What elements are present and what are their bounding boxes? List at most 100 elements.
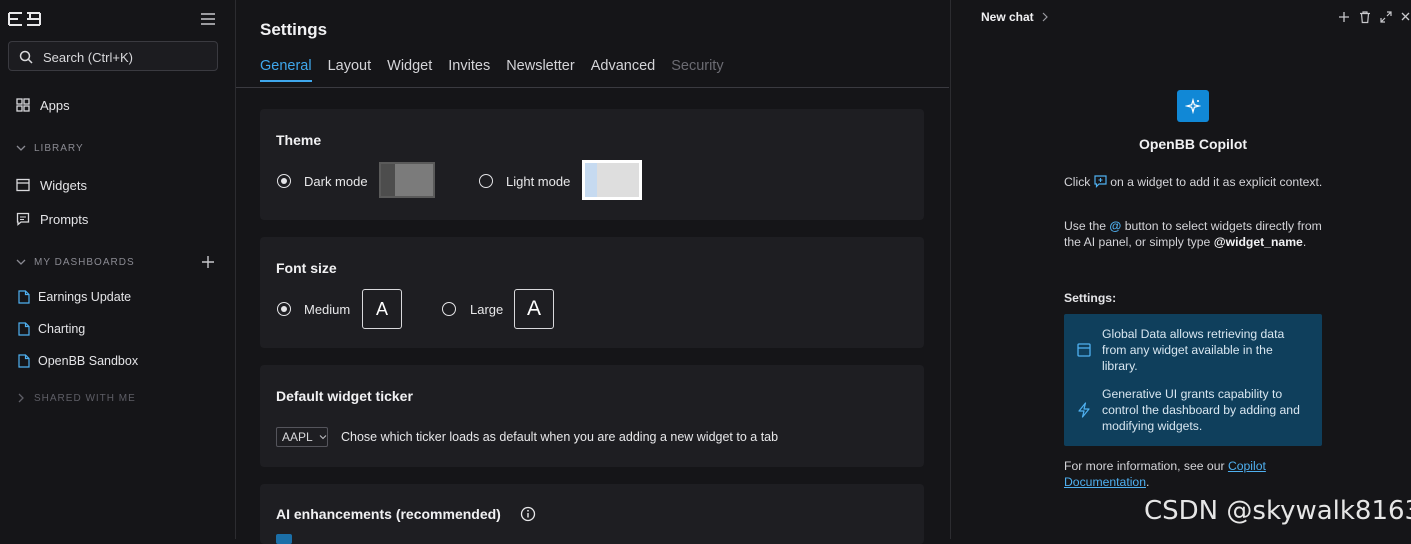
- large-label[interactable]: Large: [470, 302, 503, 317]
- font-size-card: Font size Medium A Large A: [260, 237, 924, 348]
- ticker-value: AAPL: [282, 430, 313, 444]
- copilot-title: OpenBB Copilot: [1138, 136, 1248, 152]
- chevron-right-icon: [1042, 12, 1048, 22]
- openbb-logo[interactable]: [8, 11, 41, 27]
- sidebar-item-apps[interactable]: Apps: [16, 95, 70, 115]
- tab-security: Security: [671, 58, 724, 74]
- large-font-preview[interactable]: A: [514, 289, 554, 329]
- use-instruction: Use the @ button to select widgets direc…: [1064, 218, 1324, 250]
- ticker-description: Chose which ticker loads as default when…: [341, 430, 779, 444]
- theme-title: Theme: [276, 132, 322, 148]
- tab-advanced[interactable]: Advanced: [591, 58, 656, 82]
- search-placeholder: Search (Ctrl+K): [43, 50, 133, 65]
- light-mode-label[interactable]: Light mode: [506, 174, 570, 189]
- default-ticker-title: Default widget ticker: [276, 388, 413, 404]
- dark-mode-label[interactable]: Dark mode: [304, 174, 368, 189]
- chevron-down-icon: [319, 435, 327, 440]
- sidebar-item-label: Widgets: [40, 177, 87, 193]
- medium-label[interactable]: Medium: [304, 302, 350, 317]
- add-dashboard-icon[interactable]: [201, 255, 215, 269]
- tab-newsletter[interactable]: Newsletter: [506, 58, 575, 82]
- dashboard-label: Earnings Update: [38, 290, 132, 304]
- tabs-divider: [236, 87, 949, 88]
- section-label: LIBRARY: [34, 142, 84, 154]
- large-radio[interactable]: [442, 302, 456, 316]
- tab-widget[interactable]: Widget: [387, 58, 432, 82]
- light-mode-preview[interactable]: [582, 160, 642, 200]
- library-section-header[interactable]: LIBRARY: [16, 140, 84, 156]
- sidebar-item-label: Prompts: [40, 211, 89, 227]
- page-title: Settings: [260, 20, 328, 39]
- more-info-end: .: [1145, 475, 1150, 489]
- add-context-icon: [1094, 175, 1107, 188]
- document-icon: [18, 290, 30, 304]
- chevron-down-icon: [16, 145, 26, 151]
- ai-title: AI enhancements (recommended): [276, 506, 501, 522]
- section-label: MY DASHBOARDS: [34, 256, 135, 268]
- medium-font-preview[interactable]: A: [362, 289, 402, 329]
- more-info: For more information, see our Copilot Do…: [1064, 458, 1324, 490]
- dashboards-section-header[interactable]: MY DASHBOARDS: [16, 254, 135, 270]
- dashboard-label: Charting: [38, 322, 86, 336]
- sparkle-icon: [1185, 98, 1201, 114]
- medium-radio[interactable]: [277, 302, 291, 316]
- grid-icon: [16, 98, 30, 112]
- sidebar-item-label: Apps: [40, 97, 70, 113]
- search-input[interactable]: Search (Ctrl+K): [8, 41, 218, 71]
- info-icon[interactable]: [520, 506, 536, 522]
- default-ticker-card: Default widget ticker AAPL Chose which t…: [260, 365, 924, 467]
- trash-icon[interactable]: [1358, 10, 1372, 24]
- light-mode-radio[interactable]: [479, 174, 493, 188]
- dashboard-label: OpenBB Sandbox: [38, 354, 139, 368]
- new-chat-label: New chat: [981, 10, 1034, 24]
- at-symbol: @: [1109, 219, 1122, 233]
- settings-tabs: General Layout Widget Invites Newsletter…: [260, 58, 740, 82]
- tab-invites[interactable]: Invites: [448, 58, 490, 82]
- section-label: SHARED WITH ME: [34, 392, 136, 404]
- copilot-settings-box: Global Data allows retrieving data from …: [1064, 314, 1322, 446]
- dark-mode-preview[interactable]: [379, 162, 435, 198]
- click-instruction: Click on a widget to add it as explicit …: [1064, 174, 1324, 190]
- copilot-panel: New chat OpenBB Copilot Click on a widge…: [950, 0, 1411, 539]
- menu-icon[interactable]: [200, 12, 216, 26]
- ticker-select[interactable]: AAPL: [276, 427, 328, 447]
- dashboard-item[interactable]: Earnings Update: [18, 287, 131, 307]
- search-icon: [19, 50, 33, 64]
- dashboard-item[interactable]: OpenBB Sandbox: [18, 351, 138, 371]
- ai-checkbox[interactable]: [276, 534, 292, 544]
- theme-card: Theme Dark mode Light mode: [260, 109, 924, 220]
- shared-section-header[interactable]: SHARED WITH ME: [16, 390, 136, 406]
- lightning-icon[interactable]: [1076, 402, 1092, 418]
- chevron-down-icon: [16, 259, 26, 265]
- plus-icon[interactable]: [1337, 10, 1351, 24]
- dark-mode-radio[interactable]: [277, 174, 291, 188]
- document-icon: [18, 354, 30, 368]
- tab-layout[interactable]: Layout: [328, 58, 372, 82]
- global-data-icon[interactable]: [1076, 342, 1092, 358]
- dashboard-item[interactable]: Charting: [18, 319, 85, 339]
- close-icon[interactable]: [1400, 10, 1410, 24]
- use-end: .: [1302, 235, 1307, 249]
- document-icon: [18, 322, 30, 336]
- preview-sidebar: [585, 163, 597, 197]
- preview-sidebar: [381, 164, 395, 196]
- expand-icon[interactable]: [1379, 10, 1393, 24]
- chevron-right-icon: [18, 393, 24, 403]
- widget-icon: [16, 178, 30, 192]
- new-chat-button[interactable]: New chat: [981, 10, 1048, 24]
- tab-general[interactable]: General: [260, 58, 312, 82]
- more-info-pre: For more information, see our: [1064, 459, 1225, 473]
- settings-label: Settings:: [1064, 291, 1117, 305]
- use-pre: Use the: [1064, 219, 1107, 233]
- global-data-text: Global Data allows retrieving data from …: [1102, 327, 1285, 373]
- ai-enhancements-card: AI enhancements (recommended): [260, 484, 924, 544]
- widget-name-token: @widget_name: [1213, 235, 1303, 249]
- copilot-logo: [1177, 90, 1209, 122]
- click-post: on a widget to add it as explicit contex…: [1110, 175, 1323, 189]
- chat-icon: [16, 212, 30, 226]
- sidebar-item-widgets[interactable]: Widgets: [16, 175, 87, 195]
- sidebar-item-prompts[interactable]: Prompts: [16, 209, 88, 229]
- font-size-title: Font size: [276, 260, 337, 276]
- watermark: CSDN @skywalk8163: [1144, 496, 1411, 526]
- settings-main: Settings General Layout Widget Invites N…: [236, 0, 949, 544]
